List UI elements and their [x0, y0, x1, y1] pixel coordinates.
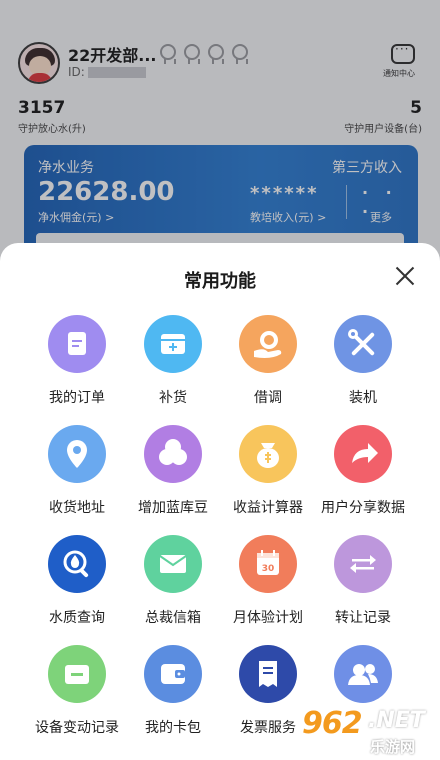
users-icon	[334, 645, 392, 703]
function-label: 转让记录	[335, 610, 391, 626]
function-item-add-beans[interactable]: 增加蓝库豆	[123, 425, 223, 525]
function-label: 我的订单	[49, 390, 105, 406]
function-item-transfer-records[interactable]: 转让记录	[313, 535, 413, 635]
water-search-icon	[48, 535, 106, 593]
svg-text:30: 30	[262, 564, 275, 574]
function-label: 增加蓝库豆	[138, 500, 208, 516]
function-item-device-changes[interactable]: 设备变动记录	[27, 645, 127, 745]
watermark-dot-text: .NET	[368, 708, 425, 733]
watermark-logo: 962 .NET 乐游网	[302, 706, 438, 760]
transfer-icon	[334, 535, 392, 593]
restock-icon	[144, 315, 202, 373]
function-label: 收益计算器	[233, 500, 303, 516]
function-label: 补货	[159, 390, 187, 406]
function-label: 水质查询	[49, 610, 105, 626]
function-label: 装机	[349, 390, 377, 406]
calculator-bag-icon	[239, 425, 297, 483]
function-label: 用户分享数据	[321, 500, 405, 516]
function-item-calculator[interactable]: 收益计算器	[218, 425, 318, 525]
order-icon	[48, 315, 106, 373]
function-label: 设备变动记录	[35, 720, 119, 736]
function-label: 我的卡包	[145, 720, 201, 736]
function-item-share-data[interactable]: 用户分享数据	[313, 425, 413, 525]
mail-icon	[144, 535, 202, 593]
calendar-icon: 30	[239, 535, 297, 593]
function-item-water-quality[interactable]: 水质查询	[27, 535, 127, 635]
wallet-icon	[144, 645, 202, 703]
watermark-sub-text: 乐游网	[370, 738, 416, 756]
close-icon[interactable]	[394, 265, 416, 287]
watermark-number: 962	[302, 706, 363, 741]
function-item-restock[interactable]: 补货	[123, 315, 223, 415]
share-icon	[334, 425, 392, 483]
loan-icon	[239, 315, 297, 373]
function-item-install[interactable]: 装机	[313, 315, 413, 415]
function-item-ceo-mailbox[interactable]: 总裁信箱	[123, 535, 223, 635]
function-item-card-wallet[interactable]: 我的卡包	[123, 645, 223, 745]
common-functions-sheet: 常用功能 我的订单 补货 借调 装机 收货地址 增加蓝库豆 收益计算器 用户分享…	[0, 243, 440, 760]
function-item-loan[interactable]: 借调	[218, 315, 318, 415]
function-label: 收货地址	[49, 500, 105, 516]
function-label: 月体验计划	[233, 610, 303, 626]
location-icon	[48, 425, 106, 483]
function-item-my-orders[interactable]: 我的订单	[27, 315, 127, 415]
beans-icon	[144, 425, 202, 483]
function-item-address[interactable]: 收货地址	[27, 425, 127, 525]
device-change-icon	[48, 645, 106, 703]
function-label: 总裁信箱	[145, 610, 201, 626]
function-item-monthly-plan[interactable]: 30 月体验计划	[218, 535, 318, 635]
invoice-icon	[239, 645, 297, 703]
function-label: 借调	[254, 390, 282, 406]
sheet-title: 常用功能	[184, 271, 256, 292]
tools-icon	[334, 315, 392, 373]
